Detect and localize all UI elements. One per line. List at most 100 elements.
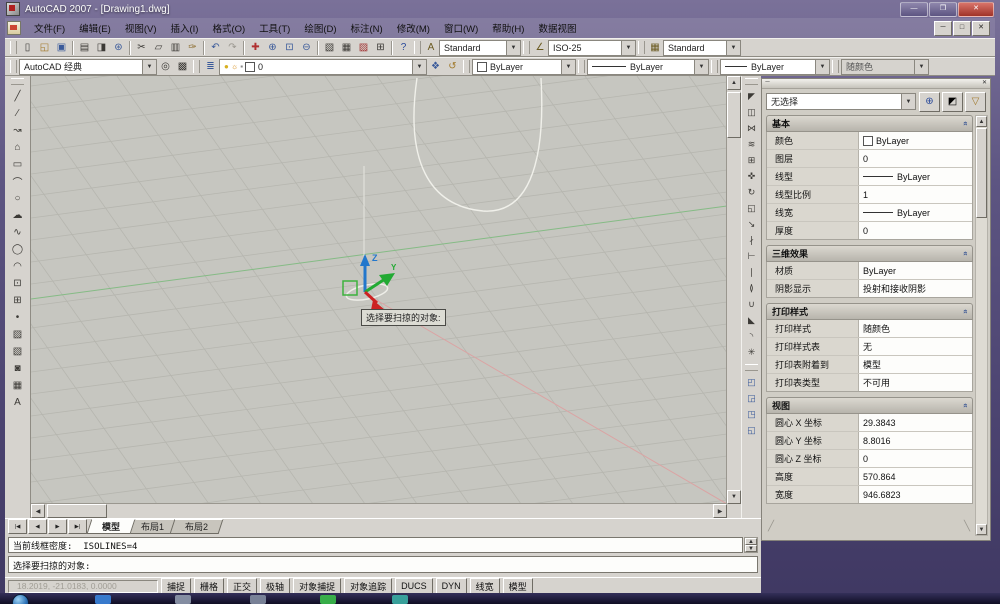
- workspace-combo[interactable]: AutoCAD 经典 ▼: [19, 59, 157, 75]
- section-header[interactable]: 视图 »: [766, 397, 973, 414]
- property-value[interactable]: 不可用: [859, 374, 972, 391]
- toolbar-grip[interactable]: [11, 78, 24, 85]
- copy-icon[interactable]: ▱: [150, 40, 167, 56]
- status-toggle-button[interactable]: 模型: [503, 578, 533, 594]
- paste-icon[interactable]: ▥: [167, 40, 184, 56]
- join-icon[interactable]: ∪: [743, 296, 761, 312]
- lineweight-combo[interactable]: ByLayer ▼: [720, 59, 830, 75]
- make-block-icon[interactable]: ⊞: [9, 292, 27, 309]
- my-workspace-icon[interactable]: ▩: [174, 59, 191, 75]
- chevron-down-icon[interactable]: ▼: [901, 94, 915, 109]
- break-icon[interactable]: ≬: [743, 280, 761, 296]
- toolbar-grip[interactable]: [193, 60, 200, 73]
- scroll-left-icon[interactable]: ◀: [31, 504, 45, 518]
- tab-nav-button[interactable]: ◀: [28, 519, 47, 534]
- publish-icon[interactable]: ⊛: [110, 40, 127, 56]
- status-toggle-button[interactable]: DYN: [436, 578, 467, 594]
- command-scrollbar[interactable]: ▲ ▼: [744, 537, 758, 553]
- status-toggle-button[interactable]: 栅格: [194, 578, 224, 594]
- scroll-down-icon[interactable]: ▼: [727, 490, 741, 504]
- layer-color-swatch[interactable]: [245, 62, 255, 72]
- status-toggle-button[interactable]: 线宽: [470, 578, 500, 594]
- polygon-icon[interactable]: ⌂: [9, 139, 27, 156]
- selection-combo[interactable]: 无选择 ▼: [766, 93, 916, 110]
- collapse-chevron-icon[interactable]: »: [960, 403, 969, 407]
- window-maximize-button[interactable]: ❒: [929, 2, 957, 17]
- menu-item[interactable]: 工具(T): [252, 19, 297, 37]
- offset-icon[interactable]: ≋: [743, 136, 761, 152]
- palette-scrollbar[interactable]: ▲ ▼: [975, 115, 988, 536]
- pan-icon[interactable]: ✚: [247, 40, 264, 56]
- property-row[interactable]: 线型 ByLayer: [767, 168, 972, 186]
- property-value[interactable]: 投射和接收阴影: [859, 280, 972, 297]
- chamfer-icon[interactable]: ◣: [743, 312, 761, 328]
- property-value[interactable]: 8.8016: [859, 432, 972, 449]
- help-icon[interactable]: ?: [395, 40, 412, 56]
- property-row[interactable]: 材质 ByLayer: [767, 262, 972, 280]
- property-value[interactable]: ByLayer: [859, 168, 972, 185]
- collapse-chevron-icon[interactable]: »: [960, 121, 969, 125]
- palette-title-bar[interactable]: － ✕: [762, 79, 990, 89]
- bring-above-objects-icon[interactable]: ◳: [743, 406, 761, 422]
- tab-nav-button[interactable]: |◀: [8, 519, 27, 534]
- explode-icon[interactable]: ✳: [743, 344, 761, 360]
- menu-item[interactable]: 数据视图: [531, 19, 583, 37]
- chevron-down-icon[interactable]: ▼: [506, 41, 520, 55]
- property-value[interactable]: ByLayer: [859, 204, 972, 221]
- break-at-point-icon[interactable]: ∣: [743, 264, 761, 280]
- line-icon[interactable]: ╱: [9, 88, 27, 105]
- plot-preview-icon[interactable]: ◨: [93, 40, 110, 56]
- sheet-set-manager-icon[interactable]: ▧: [321, 40, 338, 56]
- layer-properties-manager-icon[interactable]: ≣: [202, 59, 219, 75]
- hatch-icon[interactable]: ▨: [9, 326, 27, 343]
- status-toggle-button[interactable]: 极轴: [260, 578, 290, 594]
- property-row[interactable]: 圆心 Z 坐标 0: [767, 450, 972, 468]
- property-value[interactable]: 无: [859, 338, 972, 355]
- property-value[interactable]: ByLayer: [859, 132, 972, 149]
- chevron-down-icon[interactable]: ▼: [815, 60, 829, 74]
- text-style-combo[interactable]: Standard ▼: [439, 40, 521, 56]
- property-row[interactable]: 阴影显示 投射和接收阴影: [767, 280, 972, 297]
- property-row[interactable]: 图层 0: [767, 150, 972, 168]
- send-under-objects-icon[interactable]: ◱: [743, 422, 761, 438]
- ellipse-icon[interactable]: ◯: [9, 241, 27, 258]
- property-row[interactable]: 打印样式 随颜色: [767, 320, 972, 338]
- section-header[interactable]: 基本 »: [766, 115, 973, 132]
- table-icon[interactable]: ▦: [9, 377, 27, 394]
- property-value[interactable]: 0: [859, 222, 972, 239]
- toolbar-grip[interactable]: [832, 60, 839, 73]
- menu-item[interactable]: 插入(I): [163, 19, 205, 37]
- status-toggle-button[interactable]: 对象捕捉: [293, 578, 341, 594]
- arc-icon[interactable]: ⌒: [9, 173, 27, 190]
- taskbar-item[interactable]: [392, 595, 408, 604]
- layer-freeze-sun-icon[interactable]: ☼: [231, 62, 238, 71]
- tab-nav-button[interactable]: ▶|: [68, 519, 87, 534]
- property-row[interactable]: 厚度 0: [767, 222, 972, 239]
- window-close-button[interactable]: ✕: [958, 2, 994, 17]
- zoom-realtime-icon[interactable]: ⊕: [264, 40, 281, 56]
- property-value[interactable]: 随颜色: [859, 320, 972, 337]
- spline-icon[interactable]: ∿: [9, 224, 27, 241]
- status-toggle-button[interactable]: 对象追踪: [344, 578, 392, 594]
- rotate-icon[interactable]: ↻: [743, 184, 761, 200]
- horizontal-scrollbar[interactable]: ◀ ▶: [31, 503, 727, 518]
- section-header[interactable]: 打印样式 »: [766, 303, 973, 320]
- property-value[interactable]: 0: [859, 450, 972, 467]
- layer-on-bulb-icon[interactable]: ●: [224, 62, 229, 71]
- stretch-icon[interactable]: ↘: [743, 216, 761, 232]
- zoom-previous-icon[interactable]: ⊖: [298, 40, 315, 56]
- dim-style-combo[interactable]: ISO-25 ▼: [548, 40, 636, 56]
- redo-icon[interactable]: ↷: [224, 40, 241, 56]
- menu-item[interactable]: 窗口(W): [437, 19, 485, 37]
- collapse-chevron-icon[interactable]: »: [960, 309, 969, 313]
- chevron-down-icon[interactable]: ▼: [412, 60, 426, 74]
- chevron-down-icon[interactable]: ▼: [694, 60, 708, 74]
- point-icon[interactable]: •: [9, 309, 27, 326]
- insert-block-icon[interactable]: ⊡: [9, 275, 27, 292]
- toggle-pickadd-button[interactable]: ⊕: [919, 92, 940, 112]
- scroll-up-icon[interactable]: ▲: [745, 538, 757, 545]
- array-icon[interactable]: ⊞: [743, 152, 761, 168]
- region-icon[interactable]: ◙: [9, 360, 27, 377]
- property-row[interactable]: 线型比例 1: [767, 186, 972, 204]
- start-button[interactable]: [12, 594, 29, 604]
